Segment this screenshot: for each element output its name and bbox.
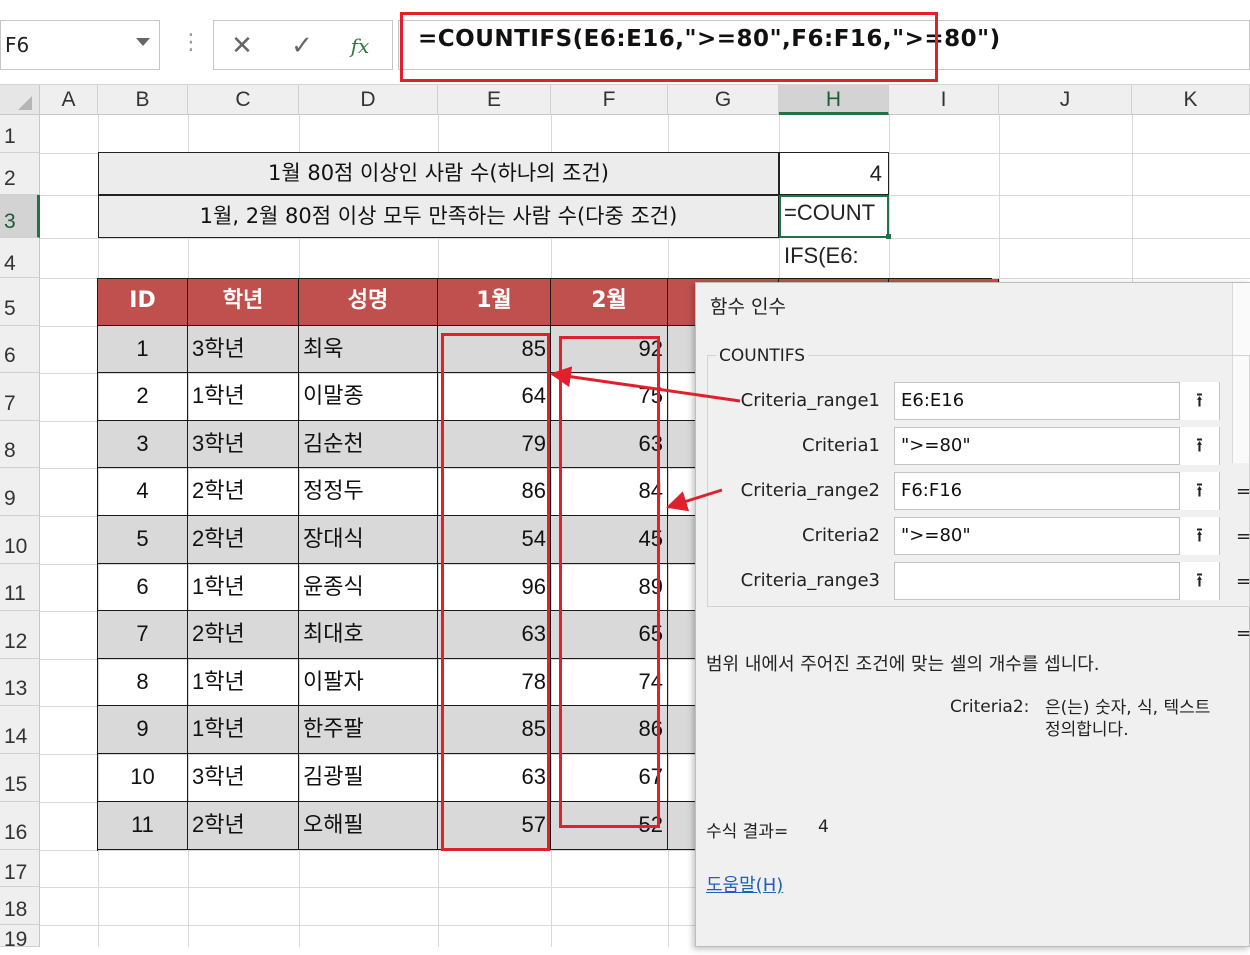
annotation-arrows: [549, 366, 741, 512]
arrow-to-jan-range: [549, 366, 741, 403]
arrow-to-feb-range: [665, 488, 723, 512]
